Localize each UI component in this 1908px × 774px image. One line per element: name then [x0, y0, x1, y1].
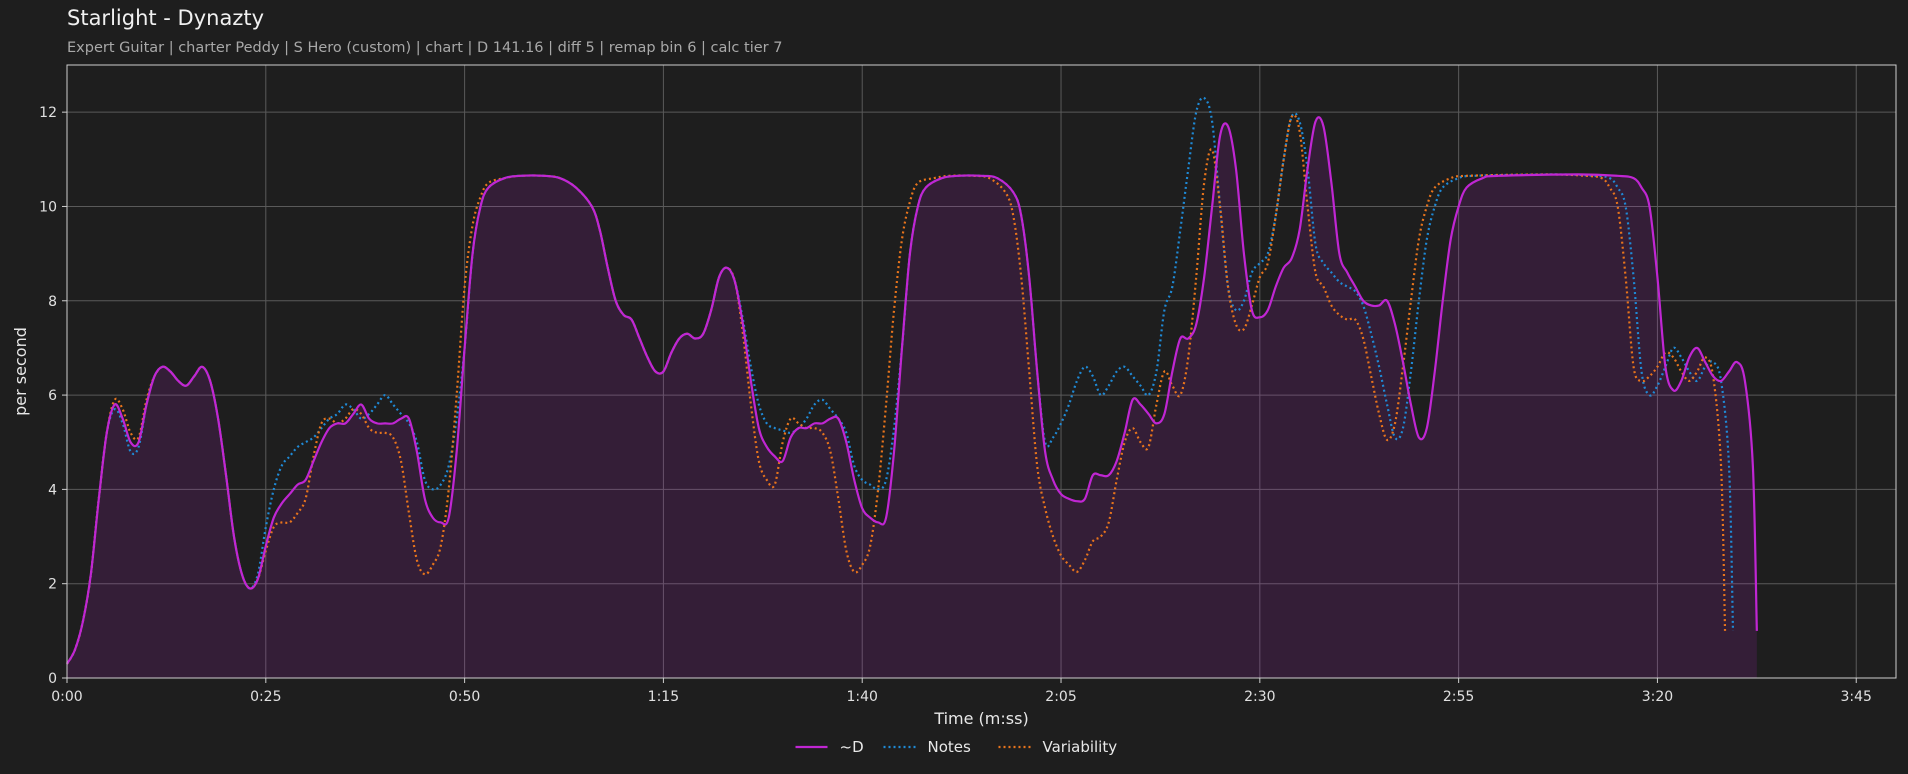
x-tick-label: 1:40	[846, 689, 877, 705]
x-tick-label: 2:05	[1045, 689, 1076, 705]
x-axis-label: Time (m:ss)	[933, 709, 1028, 728]
legend-item: ~D	[795, 738, 864, 756]
y-tick-label: 10	[39, 199, 57, 215]
x-axis: 0:00 0:25 0:50 1:15 1:40 2:05 2:30 2:55 3:20 3:45	[51, 678, 1872, 705]
y-tick-label: 12	[39, 105, 57, 121]
y-tick-label: 6	[48, 388, 57, 404]
y-tick-label: 0	[48, 671, 57, 687]
x-tick-label: 0:25	[250, 689, 281, 705]
legend-item: Notes	[883, 738, 972, 756]
x-tick-label: 3:45	[1841, 689, 1872, 705]
x-tick-label: 0:00	[51, 689, 82, 705]
y-axis-label: per second	[11, 327, 30, 416]
chart-canvas: 0:00 0:25 0:50 1:15 1:40 2:05 2:30 2:55 3:20 3:45…	[11, 64, 1897, 756]
y-tick-label: 2	[48, 577, 57, 593]
legend: ~D Notes Variability	[795, 738, 1118, 756]
y-tick-label: 8	[48, 294, 57, 310]
y-tick-label: 4	[48, 482, 57, 498]
y-axis: 0 2 4 6 8 10 12	[39, 105, 67, 687]
legend-label: ~D	[840, 738, 864, 756]
legend-label: Variability	[1043, 738, 1118, 756]
x-tick-label: 2:30	[1244, 689, 1275, 705]
x-tick-label: 0:50	[449, 689, 480, 705]
x-tick-label: 3:20	[1642, 689, 1673, 705]
legend-item: Variability	[998, 738, 1118, 756]
x-tick-label: 1:15	[648, 689, 679, 705]
x-tick-label: 2:55	[1443, 689, 1474, 705]
legend-label: Notes	[928, 738, 972, 756]
